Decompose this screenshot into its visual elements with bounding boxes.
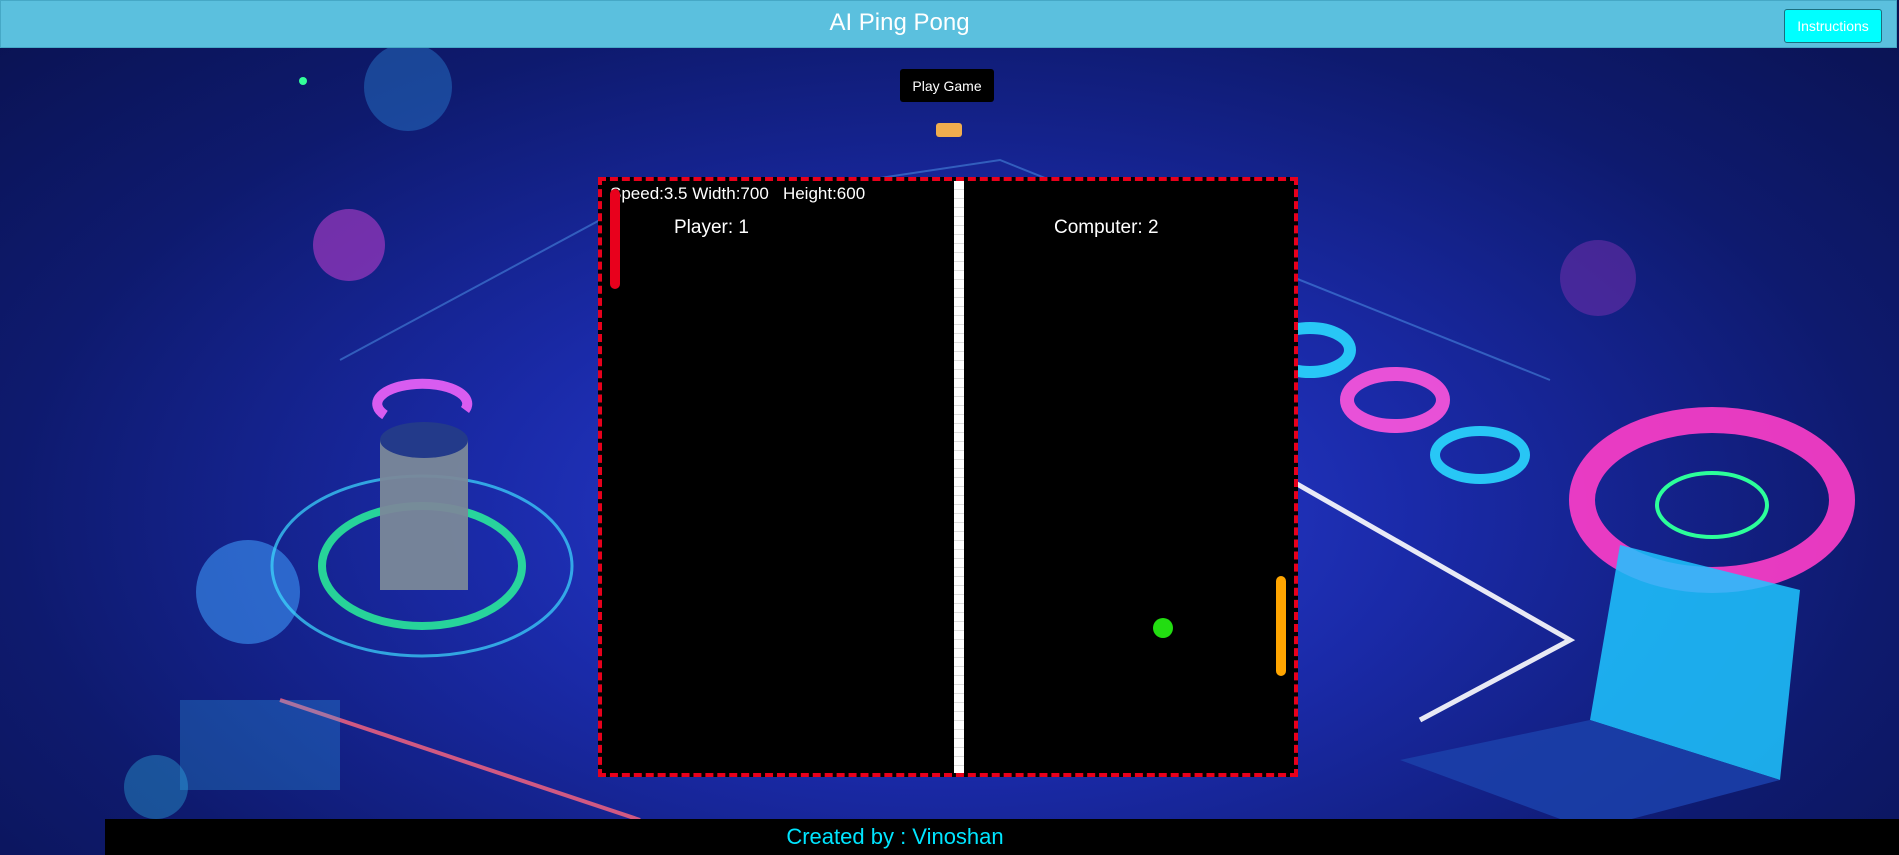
page-title: AI Ping Pong — [829, 9, 970, 36]
footer-bar: Created by : Vinoshan — [105, 819, 1899, 855]
center-net — [954, 181, 964, 773]
game-board[interactable]: Speed:3.5 Width:700 Height:600 Player: 1… — [598, 177, 1298, 777]
footer-credit: Created by : Vinoshan — [786, 824, 1004, 849]
status-indicator — [936, 123, 962, 137]
computer-score: Computer: 2 — [1054, 217, 1159, 238]
player-score: Player: 1 — [674, 217, 749, 238]
game-stats: Speed:3.5 Width:700 Height:600 — [610, 184, 866, 203]
computer-paddle — [1276, 576, 1286, 676]
game-page: AI Ping Pong Instructions Play Game Spee… — [0, 0, 1899, 855]
header-bar: AI Ping Pong Instructions — [0, 0, 1897, 48]
ball — [1153, 618, 1173, 638]
player-paddle[interactable] — [610, 189, 620, 289]
instructions-button[interactable]: Instructions — [1784, 9, 1882, 43]
play-game-button[interactable]: Play Game — [900, 69, 994, 102]
